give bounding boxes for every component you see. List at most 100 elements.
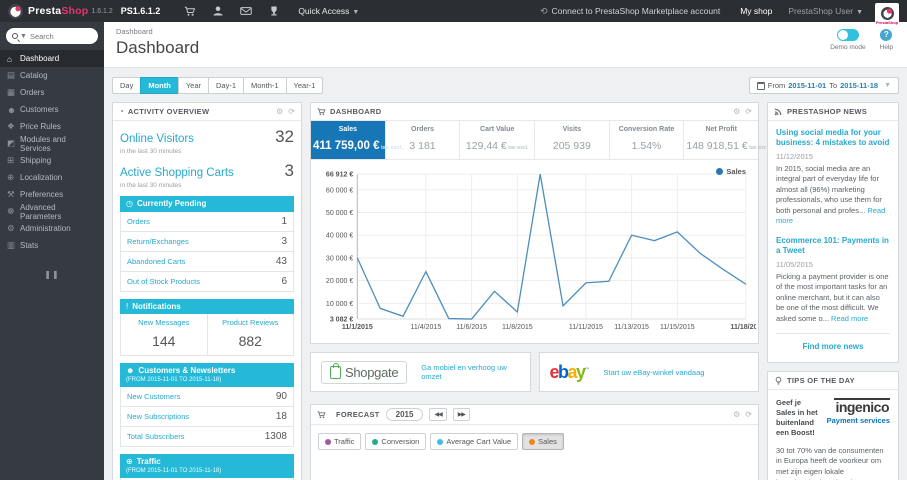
sidebar-search[interactable]: ▼ (6, 28, 98, 44)
demo-mode-toggle[interactable] (836, 29, 859, 41)
legend-dot-icon (716, 168, 724, 175)
svg-text:60 000 €: 60 000 € (326, 187, 353, 194)
sidebar-item-advanced-parameters[interactable]: ☸ Advanced Parameters (0, 203, 104, 221)
customers-label[interactable]: New Customers (127, 392, 180, 401)
search-type-caret-icon[interactable]: ▼ (20, 33, 27, 40)
panel-refresh-icon[interactable]: ⟳ (745, 107, 752, 116)
find-more-news-link[interactable]: Find more news (776, 342, 890, 355)
pending-label[interactable]: Orders (127, 217, 150, 226)
metric-cart-value[interactable]: Cart Value 129,44 € tax excl. (459, 121, 534, 159)
metric-label: Sales (338, 126, 357, 133)
sales-chart: 66 912 € 60 000 € 50 000 € 40 000 € 30 000 €… (311, 160, 758, 343)
pending-row: Out of Stock Products 6 (121, 270, 293, 291)
forecast-legend-conversion[interactable]: Conversion (365, 433, 427, 451)
forecast-legend-traffic[interactable]: Traffic (318, 433, 362, 451)
date-range-buttons: Day Month Year Day-1 Month-1 Year-1 (112, 77, 324, 94)
sidebar-item-shipping[interactable]: ⊞ Shipping (0, 152, 104, 169)
sidebar-collapse-icon[interactable]: ❚❚ (0, 270, 104, 279)
pending-label[interactable]: Abandoned Carts (127, 257, 185, 266)
customers-row: Total Subscribers 1308 (121, 425, 293, 446)
filter-month-1-button[interactable]: Month-1 (243, 77, 287, 94)
metric-net-profit[interactable]: Net Profit 148 918,51 € tax excl. (683, 121, 769, 159)
panel-refresh-icon[interactable]: ⟳ (745, 410, 752, 419)
forecast-prev-button[interactable]: ◀◀ (429, 408, 447, 422)
sidebar-item-price-rules[interactable]: ❖ Price Rules (0, 118, 104, 135)
shopgate-link[interactable]: Ga mobiel en verhoog uw omzet (421, 363, 519, 381)
marketplace-link[interactable]: ⟲ Connect to PrestaShop Marketplace accou… (540, 6, 720, 17)
pending-label[interactable]: Return/Exchanges (127, 237, 189, 246)
sidebar-item-localization[interactable]: ⊕ Localization (0, 169, 104, 186)
trophy-icon[interactable] (268, 5, 280, 17)
svg-text:11/15/2015: 11/15/2015 (660, 324, 695, 331)
panel-settings-gear-icon[interactable]: ⚙ (733, 107, 740, 116)
forecast-legend-sales[interactable]: Sales (522, 433, 564, 451)
filter-day-button[interactable]: Day (112, 77, 142, 94)
customers-label[interactable]: Total Subscribers (127, 432, 185, 441)
sidebar-item-administration[interactable]: ⚙ Administration (0, 220, 104, 237)
tips-of-the-day-panel: TIPS OF THE DAY Geef je Sales in het bui… (767, 371, 899, 480)
chevron-down-icon: ▼ (884, 82, 891, 89)
panel-refresh-icon[interactable]: ⟳ (288, 107, 295, 116)
read-more-link[interactable]: Read more (776, 206, 885, 226)
avatar[interactable]: PrestaShop (875, 3, 899, 29)
forecast-legend-label: Sales (538, 437, 557, 447)
catalog-book-icon: ▤ (7, 70, 16, 80)
metric-sales[interactable]: Sales 411 759,00 € tax excl. (311, 121, 403, 159)
activity-overview-panel: ◔ ACTIVITY OVERVIEW ⚙ ⟳ Online Visitors 32… (112, 102, 302, 480)
news-article: Using social media for your business: 4 … (776, 128, 890, 227)
forecast-legend-average-cart-value[interactable]: Average Cart Value (430, 433, 519, 451)
quick-access-menu[interactable]: Quick Access ▼ (298, 6, 359, 16)
panel-settings-gear-icon[interactable]: ⚙ (276, 107, 283, 116)
filter-month-button[interactable]: Month (140, 77, 179, 94)
notification-label[interactable]: New Messages (123, 318, 205, 327)
online-visitors-link[interactable]: Online Visitors (120, 133, 194, 145)
user-icon[interactable] (212, 5, 224, 17)
my-shop-link[interactable]: My shop (740, 6, 772, 16)
legend-dot-icon (529, 438, 536, 445)
sidebar-item-modules-and-services[interactable]: ◩ Modules and Services (0, 135, 104, 153)
demo-mode-label: Demo mode (830, 44, 866, 51)
trademark-symbol: ™ (584, 367, 590, 374)
notification-value: 882 (238, 333, 262, 350)
cart-icon[interactable] (184, 5, 196, 17)
sidebar-item-label: Catalog (20, 71, 48, 80)
filter-year-button[interactable]: Year (177, 77, 209, 94)
sidebar-item-orders[interactable]: ▦ Orders (0, 84, 104, 101)
ebay-link[interactable]: Start uw eBay-winkel vandaag (604, 368, 705, 377)
notifications-header: ! Notifications (120, 298, 294, 315)
active-carts-link[interactable]: Active Shopping Carts (120, 167, 234, 179)
customers-label[interactable]: New Subscriptions (127, 412, 189, 421)
pending-row: Abandoned Carts 43 (121, 250, 293, 271)
help-icon[interactable]: ? (880, 29, 893, 41)
forecast-next-button[interactable]: ▶▶ (452, 408, 470, 422)
sidebar-item-dashboard[interactable]: ⌂ Dashboard (0, 50, 104, 67)
metric-visits[interactable]: Visits 205 939 (534, 121, 609, 159)
filter-year-1-button[interactable]: Year-1 (285, 77, 324, 94)
search-input[interactable] (29, 31, 88, 41)
metric-conversion-rate[interactable]: Conversion Rate 1.54% (608, 121, 684, 159)
ebay-letter: b (558, 362, 569, 383)
sidebar-item-preferences[interactable]: ⚒ Preferences (0, 186, 104, 203)
calendar-icon (756, 81, 765, 90)
news-article-title[interactable]: Ecommerce 101: Payments in a Tweet (776, 236, 890, 257)
ebay-letter: a (567, 362, 578, 383)
pending-label[interactable]: Out of Stock Products (127, 277, 200, 286)
activity-gauge-icon: ◔ (119, 106, 124, 116)
sidebar-item-customers[interactable]: ☻ Customers (0, 101, 104, 118)
breadcrumb[interactable]: Dashboard (116, 27, 895, 36)
filter-day-1-button[interactable]: Day-1 (208, 77, 245, 94)
panel-settings-gear-icon[interactable]: ⚙ (733, 410, 740, 419)
sidebar-item-catalog[interactable]: ▤ Catalog (0, 67, 104, 84)
sidebar-item-stats[interactable]: ▥ Stats (0, 237, 104, 254)
exclamation-icon: ! (126, 301, 129, 311)
svg-text:11/6/2015: 11/6/2015 (456, 324, 487, 331)
ebay-letter: y (576, 362, 586, 383)
notification-value: 144 (152, 333, 176, 350)
news-article-title[interactable]: Using social media for your business: 4 … (776, 128, 890, 149)
date-range-picker[interactable]: From 2015-11-01 To 2015-11-18 ▼ (748, 77, 899, 94)
mail-icon[interactable] (240, 5, 253, 17)
user-menu[interactable]: PrestaShop User ▼ (788, 6, 863, 16)
notification-label[interactable]: Product Reviews (210, 318, 292, 327)
metric-orders[interactable]: Orders 3 181 (384, 121, 460, 159)
read-more-link[interactable]: Read more (831, 314, 868, 323)
